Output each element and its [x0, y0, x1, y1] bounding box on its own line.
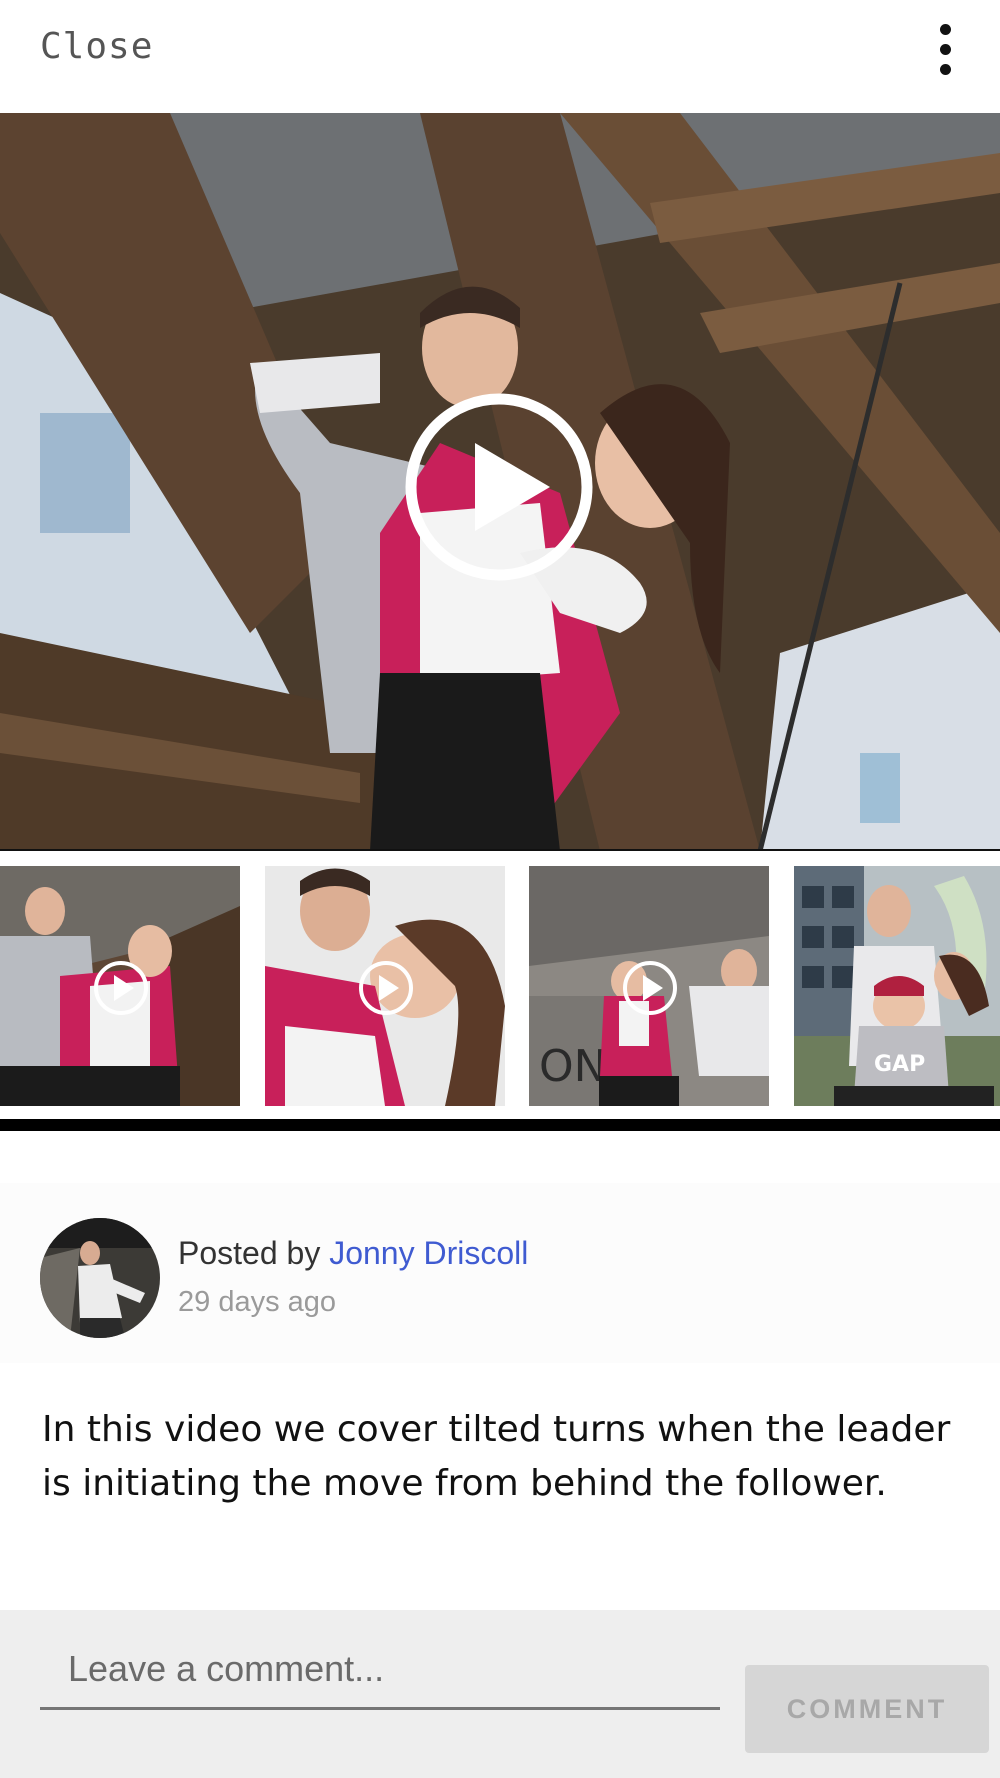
author-link[interactable]: Jonny Driscoll	[329, 1235, 528, 1271]
main-video-player[interactable]	[0, 113, 1000, 851]
play-circle-icon[interactable]	[357, 959, 415, 1017]
author-avatar-image	[40, 1218, 160, 1338]
avatar[interactable]	[40, 1218, 160, 1338]
top-bar: Close	[0, 0, 1000, 113]
play-circle-icon[interactable]	[400, 388, 598, 586]
post-timestamp: 29 days ago	[178, 1286, 337, 1318]
play-circle-icon[interactable]	[92, 959, 150, 1017]
thumbnail-1[interactable]	[0, 866, 240, 1106]
thumbnail-3[interactable]: ONA	[529, 866, 769, 1106]
close-button[interactable]: Close	[40, 26, 153, 67]
comment-input[interactable]	[40, 1630, 720, 1710]
thumbnail-strip: ONA GAP	[0, 851, 1000, 1131]
post-description: In this video we cover tilted turns when…	[42, 1409, 951, 1504]
comment-button[interactable]: COMMENT	[745, 1665, 989, 1753]
posted-by-label: Posted by	[178, 1235, 330, 1271]
more-vert-icon[interactable]	[925, 20, 965, 80]
comment-bar: COMMENT	[0, 1610, 1000, 1778]
posted-by-line: Posted by Jonny Driscoll	[178, 1235, 528, 1272]
thumbnail-2[interactable]	[265, 866, 505, 1106]
post-info: Posted by Jonny Driscoll 29 days ago	[0, 1183, 1000, 1363]
play-circle-icon[interactable]	[621, 959, 679, 1017]
strip-divider	[0, 1119, 1000, 1131]
svg-text:GAP: GAP	[874, 1052, 925, 1077]
thumbnail-image: GAP	[794, 866, 1000, 1106]
thumbnail-4[interactable]: GAP	[794, 866, 1000, 1106]
